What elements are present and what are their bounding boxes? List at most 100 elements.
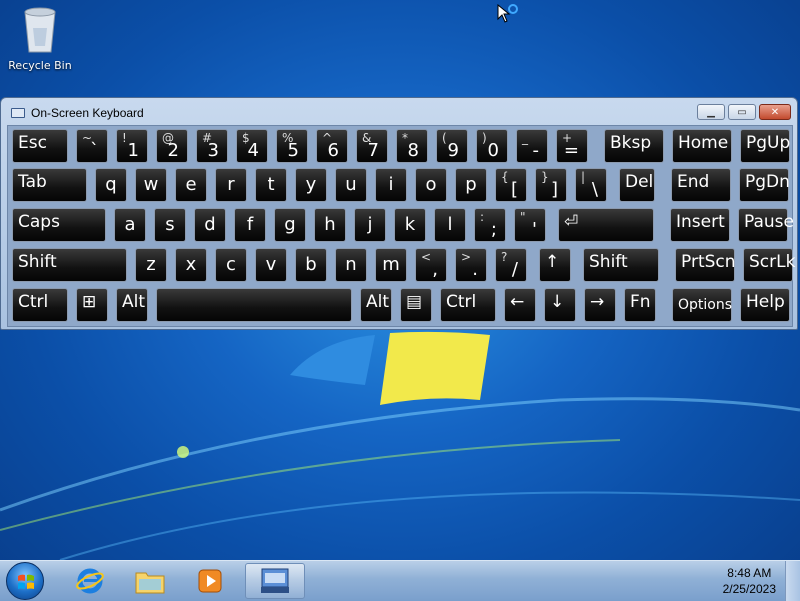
key-0[interactable]: ) 0 [476, 129, 508, 163]
taskbar-media-player-button[interactable] [182, 563, 238, 599]
desktop-icon-recycle-bin[interactable]: Recycle Bin [6, 6, 74, 72]
key-[interactable]: ← [504, 288, 536, 322]
key-tab[interactable]: Tab [12, 168, 87, 202]
key-n[interactable]: n [335, 248, 367, 282]
key-y[interactable]: y [295, 168, 327, 202]
key-pgdn[interactable]: PgDn [739, 168, 790, 202]
key-label: Ctrl [18, 292, 49, 312]
osk-titlebar[interactable]: On-Screen Keyboard ▁ ▭ ✕ [1, 98, 797, 126]
key-pgup[interactable]: PgUp [740, 129, 790, 163]
key-p[interactable]: p [455, 168, 487, 202]
taskbar-windows-explorer-button[interactable] [122, 563, 178, 599]
taskbar-on-screen-keyboard-button[interactable] [245, 563, 305, 599]
key-insert[interactable]: Insert [670, 208, 730, 242]
key-[interactable]: _ - [516, 129, 548, 163]
key-m[interactable]: m [375, 248, 407, 282]
key-options[interactable]: Options [672, 288, 732, 322]
key-6[interactable]: ^ 6 [316, 129, 348, 163]
key-v[interactable]: v [255, 248, 287, 282]
key-e[interactable]: e [175, 168, 207, 202]
key-x[interactable]: x [175, 248, 207, 282]
key-del[interactable]: Del [619, 168, 655, 202]
key-k[interactable]: k [394, 208, 426, 242]
key-prtscn[interactable]: PrtScn [675, 248, 736, 282]
key-main-symbol: 1 [127, 140, 139, 161]
key-main-symbol: 9 [447, 140, 459, 161]
key-[interactable]: :; [474, 208, 506, 242]
taskbar-internet-explorer-button[interactable] [62, 563, 118, 599]
key-[interactable]: | \ [575, 168, 607, 202]
key-g[interactable]: g [274, 208, 306, 242]
key-[interactable]: " ' [514, 208, 546, 242]
minimize-button[interactable]: ▁ [697, 104, 725, 120]
key-main-symbol: 0 [487, 140, 499, 161]
key-[interactable]: ⊞ [76, 288, 108, 322]
key-7[interactable]: & 7 [356, 129, 388, 163]
key-8[interactable]: * 8 [396, 129, 428, 163]
key-9[interactable]: (9 [436, 129, 468, 163]
key-[interactable]: ↑ [539, 248, 571, 282]
key-[interactable]: ▤ [400, 288, 432, 322]
key-[interactable]: >. [455, 248, 487, 282]
key-[interactable]: + = [556, 129, 588, 163]
key-ctrl[interactable]: Ctrl [12, 288, 68, 322]
key-label: i [388, 174, 394, 195]
key-shift-symbol: | [581, 170, 586, 184]
maximize-button[interactable]: ▭ [728, 104, 756, 120]
key-h[interactable]: h [314, 208, 346, 242]
key-home[interactable]: Home [672, 129, 732, 163]
key-[interactable]: → [584, 288, 616, 322]
close-button[interactable]: ✕ [759, 104, 791, 120]
key-[interactable]: ⏎ [558, 208, 654, 242]
key-1[interactable]: ! 1 [116, 129, 148, 163]
key-space[interactable] [156, 288, 352, 322]
key-esc[interactable]: Esc [12, 129, 68, 163]
key-bksp[interactable]: Bksp [604, 129, 664, 163]
key-c[interactable]: c [215, 248, 247, 282]
close-icon: ✕ [770, 106, 780, 118]
start-button[interactable] [6, 562, 44, 600]
key-z[interactable]: z [135, 248, 167, 282]
key-shift[interactable]: Shift [12, 248, 127, 282]
key-o[interactable]: o [415, 168, 447, 202]
key-[interactable]: }] [535, 168, 567, 202]
key-main-symbol: . [472, 259, 478, 280]
key-r[interactable]: r [215, 168, 247, 202]
key-f[interactable]: f [234, 208, 266, 242]
key-caps[interactable]: Caps [12, 208, 106, 242]
key-i[interactable]: i [375, 168, 407, 202]
key-[interactable]: ? / [495, 248, 527, 282]
key-label: ScrLk [749, 252, 796, 272]
show-desktop-button[interactable] [785, 561, 800, 601]
key-u[interactable]: u [335, 168, 367, 202]
system-clock[interactable]: 8:48 AM 2/25/2023 [723, 565, 776, 597]
key-help[interactable]: Help [740, 288, 790, 322]
key-j[interactable]: j [354, 208, 386, 242]
key-fn[interactable]: Fn [624, 288, 656, 322]
key-l[interactable]: l [434, 208, 466, 242]
key-4[interactable]: $4 [236, 129, 268, 163]
key-q[interactable]: q [95, 168, 127, 202]
key-label: z [146, 254, 156, 275]
key-3[interactable]: #3 [196, 129, 228, 163]
key-2[interactable]: @2 [156, 129, 188, 163]
key-pause[interactable]: Pause [738, 208, 794, 242]
key-b[interactable]: b [295, 248, 327, 282]
key-alt[interactable]: Alt [360, 288, 392, 322]
folder-icon [135, 572, 165, 594]
key-shift[interactable]: Shift [583, 248, 659, 282]
key-s[interactable]: s [154, 208, 186, 242]
key-end[interactable]: End [671, 168, 731, 202]
key-alt[interactable]: Alt [116, 288, 148, 322]
key-w[interactable]: w [135, 168, 167, 202]
key-[interactable]: {[ [495, 168, 527, 202]
key-5[interactable]: % 5 [276, 129, 308, 163]
key-d[interactable]: d [194, 208, 226, 242]
key-[interactable]: ↓ [544, 288, 576, 322]
key-t[interactable]: t [255, 168, 287, 202]
key-ctrl[interactable]: Ctrl [440, 288, 496, 322]
key-[interactable]: <, [415, 248, 447, 282]
key-[interactable]: ~ ` [76, 129, 108, 163]
key-a[interactable]: a [114, 208, 146, 242]
key-scrlk[interactable]: ScrLk [743, 248, 796, 282]
